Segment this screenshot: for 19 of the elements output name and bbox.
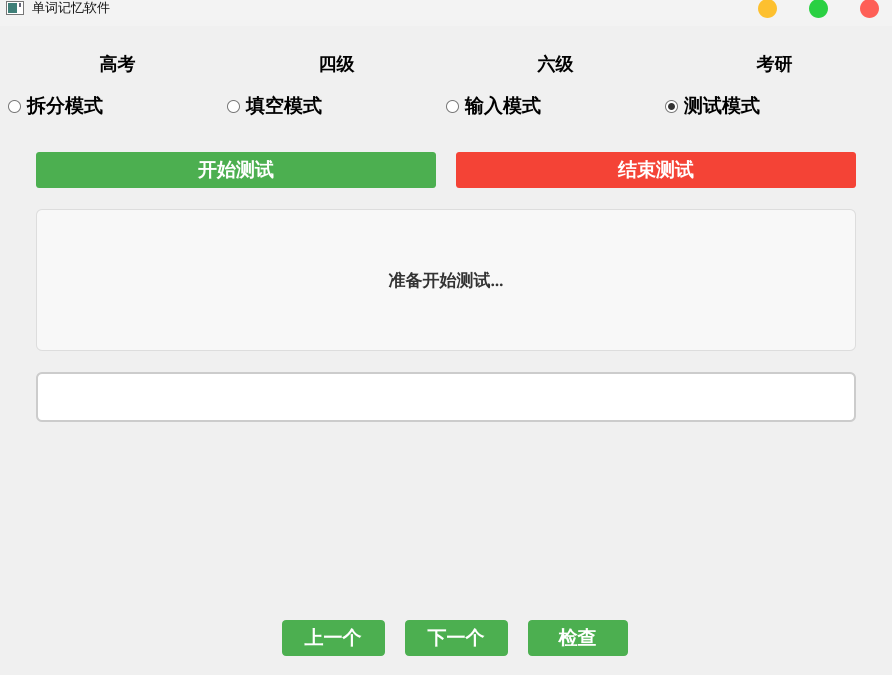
level-label: 高考 <box>100 53 136 76</box>
mode-radio[interactable]: 输入模式 <box>446 93 541 119</box>
window-title: 单词记忆软件 <box>32 0 110 17</box>
start-test-button[interactable]: 开始测试 <box>36 152 436 188</box>
prompt-text: 准备开始测试... <box>388 270 504 292</box>
level-label: 六级 <box>538 53 574 76</box>
close-button[interactable] <box>860 0 879 18</box>
answer-field[interactable] <box>36 372 856 422</box>
nav-button[interactable]: 下一个 <box>404 620 508 656</box>
mode-radio[interactable]: 测试模式 <box>665 93 760 119</box>
minimize-button[interactable] <box>758 0 777 18</box>
mode-radio[interactable]: 拆分模式 <box>8 93 103 119</box>
stop-test-button[interactable]: 结束测试 <box>456 152 856 188</box>
level-label: 考研 <box>756 53 792 76</box>
level-label: 四级 <box>318 53 354 76</box>
nav-button[interactable]: 上一个 <box>282 620 384 656</box>
maximize-button[interactable] <box>809 0 828 18</box>
mode-radio[interactable]: 填空模式 <box>227 93 322 119</box>
nav-button[interactable]: 检查 <box>528 620 628 656</box>
